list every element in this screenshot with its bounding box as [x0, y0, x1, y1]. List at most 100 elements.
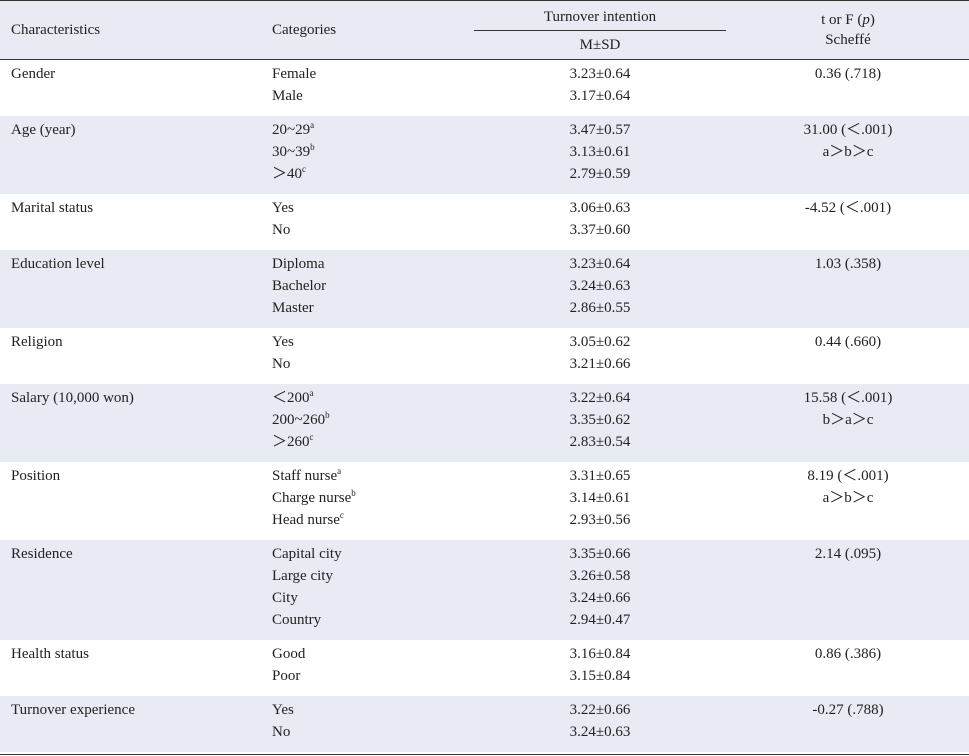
category-list: Staff nursea Charge nurseb Head nursec — [272, 465, 356, 531]
msd-value: 2.79±0.59 — [569, 166, 631, 182]
header-characteristics: Characteristics — [11, 22, 101, 38]
table-row: Turnover experience Yes No 3.22±0.66 3.24±0.… — [0, 696, 969, 752]
category-label: Poor — [272, 668, 301, 684]
msd-value: 2.86±0.55 — [569, 300, 631, 316]
category-label: Good — [272, 646, 306, 662]
header-scheffe: Scheffé — [825, 32, 871, 48]
header-stat-prefix: t or F ( — [821, 12, 863, 28]
test-statistics: 31.00 (＜.001) a＞b＞c — [728, 119, 968, 163]
header-stat-p: p — [862, 12, 870, 28]
category-label: Staff nursea — [272, 466, 342, 485]
table-bottom-rule — [0, 754, 969, 755]
test-statistics: -4.52 (＜.001) — [728, 197, 968, 219]
test-statistic-value: -0.27 (.788) — [812, 702, 884, 718]
category-list: Capital city Large city City Country — [272, 543, 342, 631]
characteristic-label: Religion — [11, 334, 63, 350]
category-label: ＜200a — [272, 388, 314, 407]
msd-values: 3.23±0.64 3.24±0.63 2.86±0.55 — [530, 253, 670, 319]
header-categories: Categories — [272, 22, 337, 38]
category-label: Master — [272, 300, 314, 316]
characteristic-label: Position — [11, 468, 61, 484]
test-statistic-value: b＞a＞c — [822, 412, 874, 428]
msd-value: 3.47±0.57 — [569, 122, 631, 138]
table-row: Residence Capital city Large city City Count… — [0, 540, 969, 640]
test-statistics: -0.27 (.788) — [728, 699, 968, 721]
characteristic-label: Marital status — [11, 200, 94, 216]
msd-value: 3.15±0.84 — [569, 668, 631, 684]
msd-values: 3.22±0.66 3.24±0.63 — [530, 699, 670, 743]
msd-value: 3.22±0.66 — [569, 702, 631, 718]
test-statistic-value: a＞b＞c — [822, 490, 874, 506]
test-statistics: 2.14 (.095) — [728, 543, 968, 565]
category-label: Bachelor — [272, 278, 327, 294]
category-label: Head nursec — [272, 510, 344, 529]
test-statistic-value: a＞b＞c — [822, 144, 874, 160]
category-label: Male — [272, 88, 303, 104]
table-row: Salary (10,000 won) ＜200a 200~260b ＞260c 3.2… — [0, 384, 969, 462]
category-superscript: b — [310, 142, 315, 152]
test-statistic-value: 2.14 (.095) — [814, 546, 882, 562]
msd-value: 3.35±0.66 — [569, 546, 631, 562]
category-superscript: c — [309, 432, 314, 442]
category-list: 20~29a 30~39b ＞40c — [272, 119, 315, 185]
category-superscript: c — [339, 510, 344, 520]
test-statistic-value: 8.19 (＜.001) — [807, 468, 889, 484]
category-label: Large city — [272, 568, 333, 584]
category-list: Yes No — [272, 331, 294, 375]
category-label: ＞40c — [272, 164, 307, 183]
msd-values: 3.35±0.66 3.26±0.58 3.24±0.66 2.94±0.47 — [530, 543, 670, 631]
category-label: 20~29a — [272, 120, 315, 139]
test-statistic-value: 0.86 (.386) — [814, 646, 882, 662]
characteristic-label: Education level — [11, 256, 105, 272]
category-list: Female Male — [272, 63, 316, 107]
category-superscript: b — [351, 488, 356, 498]
msd-value: 3.13±0.61 — [569, 144, 631, 160]
test-statistic-value: -4.52 (＜.001) — [804, 200, 892, 216]
category-list: Diploma Bachelor Master — [272, 253, 326, 319]
test-statistic-value: 15.58 (＜.001) — [803, 390, 893, 406]
msd-value: 3.23±0.64 — [569, 256, 631, 272]
category-list: Good Poor — [272, 643, 305, 687]
test-statistic-value: 0.36 (.718) — [814, 66, 882, 82]
msd-value: 3.22±0.64 — [569, 390, 631, 406]
test-statistics: 8.19 (＜.001) a＞b＞c — [728, 465, 968, 509]
category-superscript: a — [310, 120, 315, 130]
category-label: Yes — [272, 200, 294, 216]
msd-value: 3.31±0.65 — [569, 468, 631, 484]
category-label: 200~260b — [272, 410, 330, 429]
table-header: Characteristics Categories Turnover inte… — [0, 0, 969, 60]
turnover-intention-table: Characteristics Categories Turnover inte… — [0, 0, 969, 756]
msd-values: 3.31±0.65 3.14±0.61 2.93±0.56 — [530, 465, 670, 531]
test-statistic-value: 1.03 (.358) — [814, 256, 882, 272]
characteristic-label: Salary (10,000 won) — [11, 390, 134, 406]
category-label: City — [272, 590, 298, 606]
msd-value: 3.05±0.62 — [569, 334, 631, 350]
table-row: Marital status Yes No 3.06±0.63 3.37±0.60 -4.… — [0, 194, 969, 250]
category-label: ＞260c — [272, 432, 314, 451]
characteristic-label: Age (year) — [11, 122, 76, 138]
msd-value: 3.06±0.63 — [569, 200, 631, 216]
msd-values: 3.16±0.84 3.15±0.84 — [530, 643, 670, 687]
category-label: Charge nurseb — [272, 488, 356, 507]
msd-value: 3.24±0.63 — [569, 278, 631, 294]
test-statistic-value: 0.44 (.660) — [814, 334, 882, 350]
test-statistics: 0.36 (.718) — [728, 63, 968, 85]
category-list: Yes No — [272, 699, 294, 743]
header-msd: M±SD — [579, 37, 621, 53]
msd-values: 3.22±0.64 3.35±0.62 2.83±0.54 — [530, 387, 670, 453]
category-list: Yes No — [272, 197, 294, 241]
msd-value: 3.16±0.84 — [569, 646, 631, 662]
category-list: ＜200a 200~260b ＞260c — [272, 387, 330, 453]
characteristic-label: Health status — [11, 646, 89, 662]
msd-value: 2.83±0.54 — [569, 434, 631, 450]
category-label: Female — [272, 66, 317, 82]
msd-value: 3.23±0.64 — [569, 66, 631, 82]
category-label: No — [272, 222, 291, 238]
category-label: Capital city — [272, 546, 342, 562]
category-superscript: a — [337, 466, 342, 476]
msd-values: 3.05±0.62 3.21±0.66 — [530, 331, 670, 375]
category-label: Yes — [272, 702, 294, 718]
test-statistics: 1.03 (.358) — [728, 253, 968, 275]
msd-value: 2.94±0.47 — [569, 612, 631, 628]
msd-value: 3.24±0.66 — [569, 590, 631, 606]
